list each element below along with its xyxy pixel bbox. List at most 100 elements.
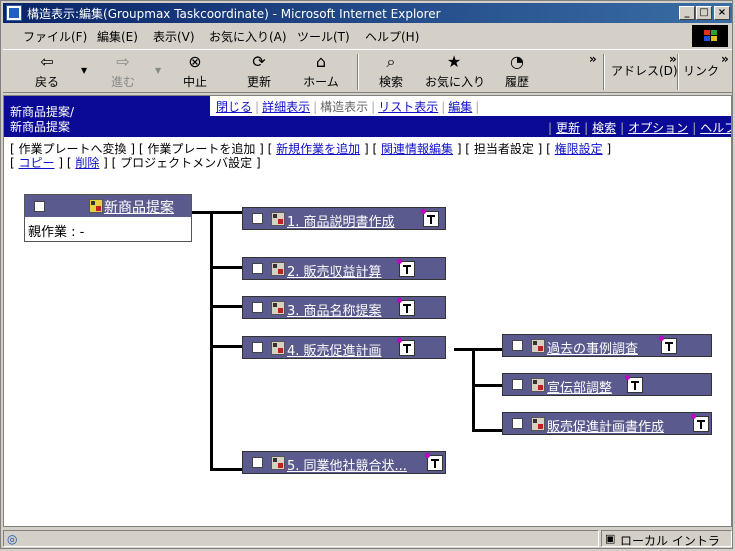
link-search[interactable]: 検索 (592, 121, 616, 135)
address-bar-button[interactable]: アドレス(D) (611, 62, 678, 79)
task-link[interactable]: 4. 販売促進計画 (287, 340, 382, 359)
task-icon (531, 378, 545, 392)
task-node: 5. 同業他社競合状... (242, 451, 446, 474)
menu-edit[interactable]: 編集(E) (97, 28, 138, 45)
action-links: [ 作業プレートへ変換 ] [ 作業プレートを追加 ] [ 新規作業を追加 ] … (10, 142, 612, 170)
tab-edit[interactable]: 編集 (448, 100, 472, 114)
subtask-checkbox[interactable] (512, 379, 523, 390)
search-icon: ⌕ (386, 52, 396, 71)
tree-connector (472, 348, 475, 432)
subtask-tree-icon[interactable] (425, 453, 443, 471)
back-button[interactable]: ⇦ 戻る (23, 52, 71, 92)
subtask-link[interactable]: 販売促進計画書作成 (547, 416, 664, 435)
subtask-tree-icon[interactable] (397, 338, 415, 356)
subtask-node: 販売促進計画書作成 (502, 412, 712, 435)
links-chevron-icon[interactable]: » (721, 52, 729, 66)
menu-view[interactable]: 表示(V) (153, 28, 195, 45)
minimize-icon[interactable]: _ (679, 6, 695, 20)
tree-connector (210, 266, 244, 269)
task-checkbox[interactable] (252, 342, 263, 353)
root-task-checkbox[interactable] (34, 201, 45, 212)
edit-related-info-link[interactable]: 関連情報編集 (381, 142, 453, 156)
copy-link[interactable]: コピー (19, 156, 55, 170)
task-icon (271, 212, 285, 226)
task-checkbox[interactable] (252, 302, 263, 313)
subtask-checkbox[interactable] (512, 418, 523, 429)
back-dropdown-icon[interactable]: ▼ (81, 66, 87, 75)
forward-button[interactable]: ⇨ 進む (99, 52, 147, 92)
task-link[interactable]: 3. 商品名称提案 (287, 300, 382, 319)
menu-favorites[interactable]: お気に入り(A) (209, 28, 287, 45)
security-zone: ▣ ローカル イントラ (601, 530, 732, 548)
tree-connector (472, 384, 504, 387)
subtask-tree-icon[interactable] (659, 336, 677, 354)
link-help[interactable]: ヘルプ (700, 121, 731, 135)
menu-tools[interactable]: ツール(T) (297, 28, 350, 45)
toolbar-chevron-icon[interactable]: » (589, 52, 597, 66)
menu-help[interactable]: ヘルプ(H) (365, 28, 419, 45)
toolbar-separator (357, 54, 359, 90)
add-new-task-link[interactable]: 新規作業を追加 (276, 142, 360, 156)
tab-detail-view[interactable]: 詳細表示 (262, 100, 310, 114)
tree-connector (210, 211, 213, 471)
task-icon (271, 262, 285, 276)
root-task-link[interactable]: 新商品提案 (104, 197, 174, 217)
subtask-tree-icon[interactable] (397, 298, 415, 316)
convert-template-text: 作業プレートへ変換 (18, 142, 127, 156)
task-checkbox[interactable] (252, 457, 263, 468)
project-members-text: プロジェクトメンバ設定 (120, 156, 253, 170)
task-node: 3. 商品名称提案 (242, 296, 446, 319)
task-link[interactable]: 2. 販売収益計算 (287, 261, 382, 280)
stop-button[interactable]: ⊗ 中止 (171, 52, 219, 92)
task-checkbox[interactable] (252, 213, 263, 224)
page-content: 新商品提案/ 新商品提案 閉じる | 詳細表示 | 構造表示 | リスト表示 | 編集 | | 更新… (3, 95, 732, 527)
subtask-checkbox[interactable] (512, 340, 523, 351)
subtask-tree-icon[interactable] (397, 259, 415, 277)
subtask-link[interactable]: 宣伝部調整 (547, 377, 612, 396)
forward-dropdown-icon[interactable]: ▼ (155, 66, 161, 75)
favorites-button[interactable]: ★ お気に入り (425, 52, 485, 92)
page-status-icon: ◎ (7, 532, 18, 546)
task-checkbox[interactable] (252, 263, 263, 274)
refresh-button[interactable]: ⟳ 更新 (235, 52, 283, 92)
home-button[interactable]: ⌂ ホーム (297, 52, 345, 92)
history-button[interactable]: ◔ 履歴 (493, 52, 541, 92)
menu-file[interactable]: ファイル(F) (23, 28, 87, 45)
ie-page-icon (6, 5, 22, 21)
tree-connector (210, 468, 244, 471)
subtask-tree-icon[interactable] (421, 209, 439, 227)
tab-close[interactable]: 閉じる (216, 100, 252, 114)
tree-connector (192, 211, 244, 214)
task-link[interactable]: 5. 同業他社競合状... (287, 455, 407, 474)
menu-bar: ファイル(F) 編集(E) 表示(V) お気に入り(A) ツール(T) ヘルプ(… (3, 25, 732, 47)
task-icon (531, 339, 545, 353)
close-icon[interactable]: × (714, 6, 730, 20)
delete-link[interactable]: 削除 (75, 156, 99, 170)
header-links: |更新|検索|オプション|ヘルプ (544, 119, 731, 136)
zone-label: ローカル イントラ (620, 534, 720, 548)
forward-arrow-icon: ⇨ (116, 52, 130, 71)
search-button[interactable]: ⌕ 検索 (367, 52, 415, 92)
tree-connector (210, 345, 244, 348)
subtask-tree-icon[interactable] (625, 375, 643, 393)
subtask-link[interactable]: 過去の事例調査 (547, 338, 638, 357)
address-chevron-icon[interactable]: » (669, 52, 677, 66)
subtask-node: 宣伝部調整 (502, 373, 712, 396)
tree-connector (454, 348, 504, 351)
link-options[interactable]: オプション (628, 121, 688, 135)
links-bar-button[interactable]: リンク (683, 62, 719, 79)
maximize-icon[interactable]: □ (696, 6, 712, 20)
add-template-text: 作業プレートを追加 (147, 142, 256, 156)
task-link[interactable]: 1. 商品説明書作成 (287, 211, 395, 230)
window-title: 構造表示:編集(Groupmax Taskcoordinate) - Micro… (27, 7, 441, 21)
root-task-header: 新商品提案 (25, 195, 191, 217)
link-refresh[interactable]: 更新 (556, 121, 580, 135)
task-icon (531, 417, 545, 431)
tab-structure-view: 構造表示 (320, 100, 369, 114)
permission-settings-link[interactable]: 権限設定 (555, 142, 603, 156)
tree-connector (210, 305, 244, 308)
project-path: 新商品提案/ 新商品提案 (4, 96, 210, 137)
subtask-tree-icon[interactable] (691, 414, 709, 432)
view-tabs: 閉じる | 詳細表示 | 構造表示 | リスト表示 | 編集 | (216, 100, 480, 114)
tab-list-view[interactable]: リスト表示 (378, 100, 438, 114)
